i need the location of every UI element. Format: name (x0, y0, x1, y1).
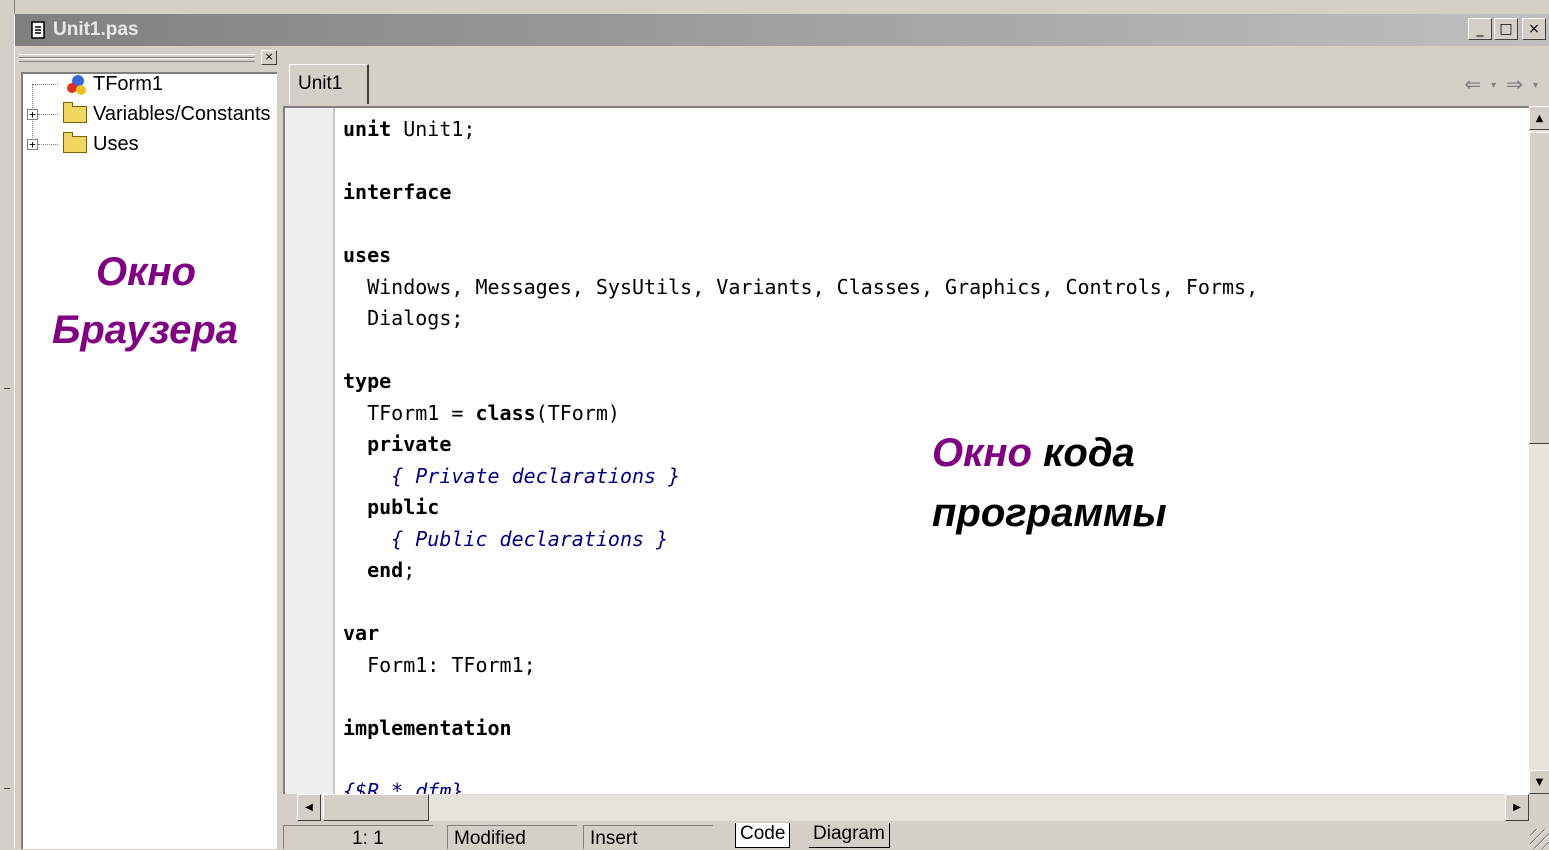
code-keyword: implementation (343, 715, 512, 740)
scroll-down-button[interactable]: ▼ (1529, 770, 1549, 794)
code-line[interactable]: var (343, 618, 1258, 650)
explorer-header: × (19, 48, 277, 70)
tree-line (38, 114, 58, 115)
tree-item-uses[interactable]: Uses (63, 132, 139, 156)
forward-dropdown-icon[interactable]: ▾ (1533, 80, 1538, 96)
code-keyword: end (367, 558, 404, 582)
caption-word-code: кода (1043, 431, 1135, 475)
code-token: Windows, Messages, SysUtils, Variants, C… (343, 274, 1259, 299)
tree-item-variables-constants[interactable]: Variables/Constants (63, 102, 271, 126)
code-line[interactable]: uses (343, 240, 1258, 272)
scroll-left-button[interactable]: ◀ (297, 794, 321, 821)
code-token: Dialogs; (343, 306, 464, 330)
desktop-edge-strip (0, 0, 15, 849)
tree-line (32, 84, 58, 85)
code-window-caption-line2: программы (932, 491, 1167, 535)
code-token: (TForm) (535, 400, 620, 425)
resize-grip[interactable] (1530, 829, 1549, 849)
vertical-scroll-thumb[interactable] (1529, 132, 1549, 444)
back-arrow-icon[interactable]: ⇐ (1464, 72, 1481, 96)
code-editor[interactable]: unit Unit1; interface uses Windows, Mess… (283, 106, 1529, 794)
code-token: ; (403, 558, 416, 582)
code-comment: {$R *.dfm} (343, 778, 464, 795)
horizontal-scroll-thumb[interactable] (323, 794, 429, 821)
code-token: Form1: TForm1; (343, 652, 536, 677)
browser-window-caption-line1: Окно (96, 250, 196, 294)
code-line[interactable] (343, 744, 1258, 776)
code-comment: { Public declarations } (391, 526, 669, 551)
editor-tabstrip: Unit1 ⇐ ▾ ⇒ ▾ (283, 50, 1549, 104)
code-comment: { Private declarations } (391, 463, 681, 488)
code-keyword: uses (343, 243, 392, 267)
edge-tick (4, 388, 10, 389)
code-line[interactable] (343, 587, 1258, 619)
code-keyword: private (367, 432, 452, 456)
tree-item-label: Variables/Constants (93, 103, 271, 125)
dock-grip[interactable] (19, 58, 255, 62)
document-icon (31, 21, 45, 39)
vertical-scrollbar[interactable]: ▲ ▼ (1529, 106, 1549, 794)
explorer-close-button[interactable]: × (261, 50, 277, 65)
tree-item-label: TForm1 (93, 73, 163, 95)
code-line[interactable]: interface (343, 177, 1258, 209)
window-title: Unit1.pas (53, 19, 139, 40)
close-button[interactable]: × (1522, 18, 1546, 40)
code-keyword: type (343, 369, 392, 393)
tree-line (38, 144, 58, 145)
code-line[interactable]: Windows, Messages, SysUtils, Variants, C… (343, 272, 1258, 304)
code-line[interactable]: Form1: TForm1; (343, 650, 1258, 682)
forward-arrow-icon[interactable]: ⇒ (1506, 72, 1523, 96)
code-keyword: public (367, 495, 440, 519)
tree-item-tform1[interactable]: TForm1 (63, 73, 163, 96)
code-line[interactable]: end; (343, 555, 1258, 587)
code-line[interactable] (343, 681, 1258, 713)
editor-window: Unit1.pas _ □ × × TForm1 + Variables/Con (14, 14, 1549, 849)
code-line[interactable]: Dialogs; (343, 303, 1258, 335)
cursor-position: 1: 1 (283, 825, 433, 849)
tree-item-label: Uses (93, 133, 139, 155)
maximize-button[interactable]: □ (1494, 18, 1518, 40)
folder-icon (63, 102, 87, 123)
code-window-caption-line1: Окно кода (932, 424, 1135, 482)
code-line[interactable]: unit Unit1; (343, 114, 1258, 146)
editor-gutter[interactable] (285, 108, 335, 794)
form-class-icon (67, 74, 86, 95)
caption-word-window: Окно (932, 431, 1032, 475)
browser-window-caption-line2: Браузера (52, 308, 239, 352)
code-keyword: interface (343, 180, 452, 204)
tab-diagram[interactable]: Diagram (809, 823, 890, 848)
code-line[interactable]: type (343, 366, 1258, 398)
status-bar: 1: 1 Modified Insert Code Diagram (283, 823, 1549, 849)
modified-status: Modified (447, 825, 577, 849)
code-token: TForm1 = (343, 400, 476, 425)
folder-icon (63, 132, 87, 153)
code-keyword: unit (343, 117, 392, 141)
code-token: Unit1; (391, 117, 476, 141)
code-keyword: class (475, 400, 536, 425)
back-dropdown-icon[interactable]: ▾ (1491, 80, 1496, 96)
scroll-up-button[interactable]: ▲ (1529, 106, 1549, 130)
code-line[interactable] (343, 209, 1258, 241)
code-explorer-tree[interactable]: TForm1 + Variables/Constants + Uses (21, 72, 277, 849)
title-bar[interactable]: Unit1.pas _ □ × (15, 14, 1549, 46)
edge-tick (4, 788, 10, 789)
horizontal-scrollbar[interactable]: ◀ ▶ (297, 794, 1529, 821)
code-line[interactable] (343, 146, 1258, 178)
code-line[interactable] (343, 335, 1258, 367)
tab-code[interactable]: Code (735, 823, 791, 848)
code-line[interactable]: implementation (343, 713, 1258, 745)
scroll-right-button[interactable]: ▶ (1505, 794, 1529, 821)
code-keyword: var (343, 621, 380, 645)
insert-mode-status: Insert (583, 825, 713, 849)
minimize-button[interactable]: _ (1468, 18, 1492, 40)
expand-toggle[interactable]: + (27, 109, 38, 120)
tab-unit1[interactable]: Unit1 (289, 64, 369, 104)
code-line[interactable]: {$R *.dfm} (343, 776, 1258, 795)
expand-toggle[interactable]: + (27, 139, 38, 150)
